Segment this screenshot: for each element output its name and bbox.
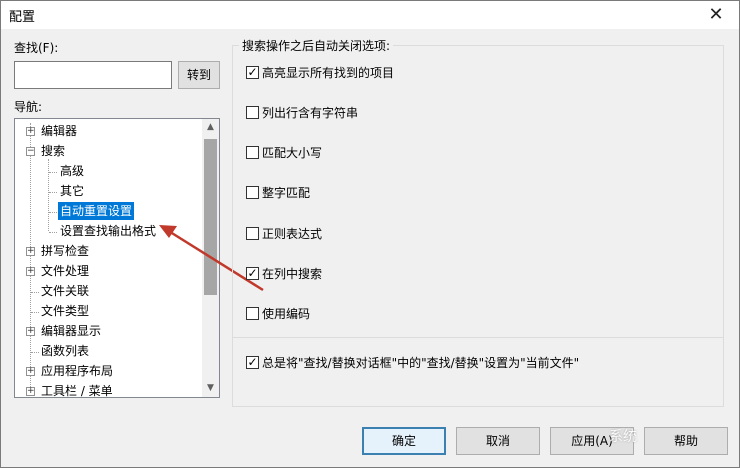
find-input[interactable] xyxy=(14,61,172,89)
go-button[interactable]: 转到 xyxy=(178,61,220,89)
checkbox-icon[interactable] xyxy=(246,106,259,119)
collapse-icon[interactable]: − xyxy=(26,147,35,156)
tree-connector xyxy=(31,352,39,353)
find-label: 查找(F): xyxy=(14,41,59,55)
config-dialog: 配置 ✕ 查找(F): 转到 导航: + 编辑器 − 搜索 高级 其它 自动重置… xyxy=(0,0,740,468)
checkbox-icon[interactable]: ✓ xyxy=(246,66,259,79)
tree-connector xyxy=(31,312,39,313)
close-icon[interactable]: ✕ xyxy=(699,2,733,28)
expand-icon[interactable]: + xyxy=(26,247,35,256)
divider xyxy=(233,337,723,338)
expand-icon[interactable]: + xyxy=(26,367,35,376)
tree-connector xyxy=(48,159,49,231)
tree-connector xyxy=(49,192,57,193)
tree-connector xyxy=(49,232,57,233)
cancel-button[interactable]: 取消 xyxy=(456,427,540,455)
ok-button[interactable]: 确定 xyxy=(362,427,446,455)
checkbox-icon[interactable]: ✓ xyxy=(246,267,259,280)
window-title: 配置 xyxy=(9,10,36,25)
scroll-up-icon[interactable]: ▲ xyxy=(202,119,219,136)
tree-connector xyxy=(49,172,57,173)
checkbox-icon[interactable] xyxy=(246,186,259,199)
watermark-logo: 系统 xyxy=(609,429,637,445)
checkbox-icon[interactable] xyxy=(246,227,259,240)
expand-icon[interactable]: + xyxy=(26,387,35,396)
help-button[interactable]: 帮助 xyxy=(644,427,728,455)
tree-connector xyxy=(30,123,31,395)
expand-icon[interactable]: + xyxy=(26,127,35,136)
tree-connector xyxy=(49,212,57,213)
group-title: 搜索操作之后自动关闭选项: xyxy=(239,37,394,54)
checkbox-icon[interactable]: ✓ xyxy=(246,356,259,369)
expand-icon[interactable]: + xyxy=(26,327,35,336)
nav-label: 导航: xyxy=(14,100,43,114)
title-bar: 配置 ✕ xyxy=(1,1,739,29)
checkbox-icon[interactable] xyxy=(246,146,259,159)
scroll-down-icon[interactable]: ▼ xyxy=(202,380,219,397)
tree-connector xyxy=(31,292,39,293)
checkbox-icon[interactable] xyxy=(246,307,259,320)
expand-icon[interactable]: + xyxy=(26,267,35,276)
